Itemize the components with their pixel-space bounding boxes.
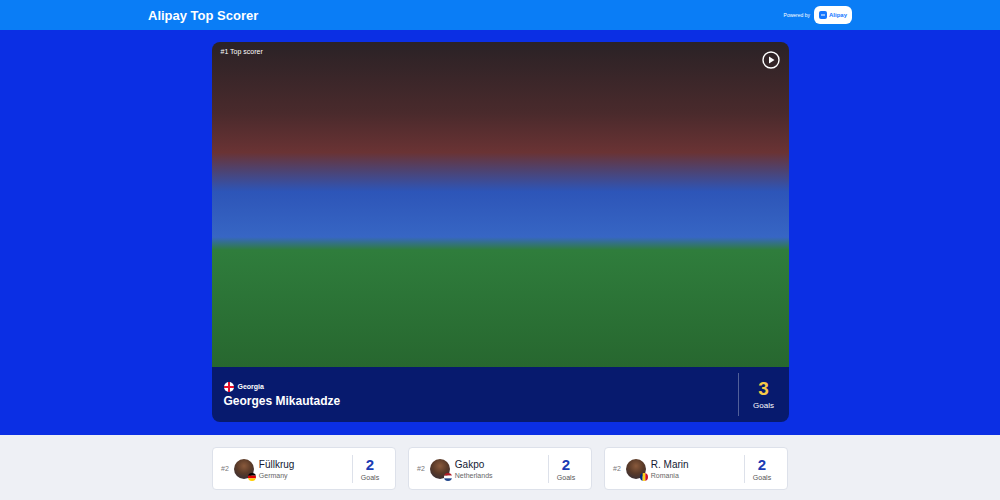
runner-goals-count: 2: [758, 457, 766, 472]
player-avatar: [234, 459, 254, 479]
leader-country-name: Georgia: [238, 383, 264, 390]
player-avatar: [430, 459, 450, 479]
country-flag-icon: [444, 473, 452, 481]
leader-details: Georgia Georges Mikautadze: [212, 367, 341, 422]
runner-country: Romania: [651, 472, 739, 479]
runner-goals-count: 2: [366, 457, 374, 472]
page-title: Alipay Top Scorer: [148, 8, 258, 23]
runners-up: #2 Füllkrug Germany 2 Goals#2 Gakpo Neth…: [0, 435, 1000, 500]
hero-section: #1 Top scorer Georgia Georges Mikautadze…: [0, 30, 1000, 435]
runner-country: Germany: [259, 472, 347, 479]
runner-card[interactable]: #2 R. Marin Romania 2 Goals: [604, 447, 788, 490]
partner-name: Alipay: [829, 12, 847, 18]
runner-rank: #2: [613, 465, 621, 472]
georgia-flag-icon: [224, 382, 234, 392]
leader-goals-count: 3: [758, 379, 769, 398]
runner-name: R. Marin: [651, 459, 739, 470]
leader-name: Georges Mikautadze: [224, 394, 341, 408]
leader-card[interactable]: #1 Top scorer Georgia Georges Mikautadze…: [212, 42, 789, 422]
leader-goals-label: Goals: [753, 401, 774, 410]
top-scorer-badge: #1 Top scorer: [221, 48, 263, 55]
runner-rank: #2: [221, 465, 229, 472]
runner-country: Netherlands: [455, 472, 543, 479]
partner-badge[interactable]: Alipay: [814, 6, 852, 24]
runner-goals: 2 Goals: [548, 455, 583, 483]
leader-info: Georgia Georges Mikautadze 3 Goals: [212, 367, 789, 422]
runner-goals: 2 Goals: [744, 455, 779, 483]
page: Alipay Top Scorer Powered by Alipay #1 T…: [0, 0, 1000, 500]
runner-goals-label: Goals: [753, 474, 771, 481]
country-flag-icon: [640, 473, 648, 481]
top-bar: Alipay Top Scorer Powered by Alipay: [0, 0, 1000, 30]
play-icon[interactable]: [762, 51, 780, 69]
runner-name: Füllkrug: [259, 459, 347, 470]
runner-goals-label: Goals: [557, 474, 575, 481]
leader-country: Georgia: [224, 382, 341, 392]
powered-by-label: Powered by: [784, 12, 810, 18]
runner-details: R. Marin Romania: [651, 459, 739, 479]
leader-goals: 3 Goals: [738, 373, 789, 416]
player-avatar: [626, 459, 646, 479]
alipay-logo-icon: [819, 11, 827, 19]
runner-card[interactable]: #2 Gakpo Netherlands 2 Goals: [408, 447, 592, 490]
leader-photo: #1 Top scorer: [212, 42, 789, 367]
runner-goals: 2 Goals: [352, 455, 387, 483]
country-flag-icon: [248, 473, 256, 481]
powered-by: Powered by Alipay: [784, 6, 852, 24]
runner-card[interactable]: #2 Füllkrug Germany 2 Goals: [212, 447, 396, 490]
runner-goals-label: Goals: [361, 474, 379, 481]
runner-name: Gakpo: [455, 459, 543, 470]
runner-goals-count: 2: [562, 457, 570, 472]
runner-rank: #2: [417, 465, 425, 472]
runner-details: Füllkrug Germany: [259, 459, 347, 479]
runner-details: Gakpo Netherlands: [455, 459, 543, 479]
